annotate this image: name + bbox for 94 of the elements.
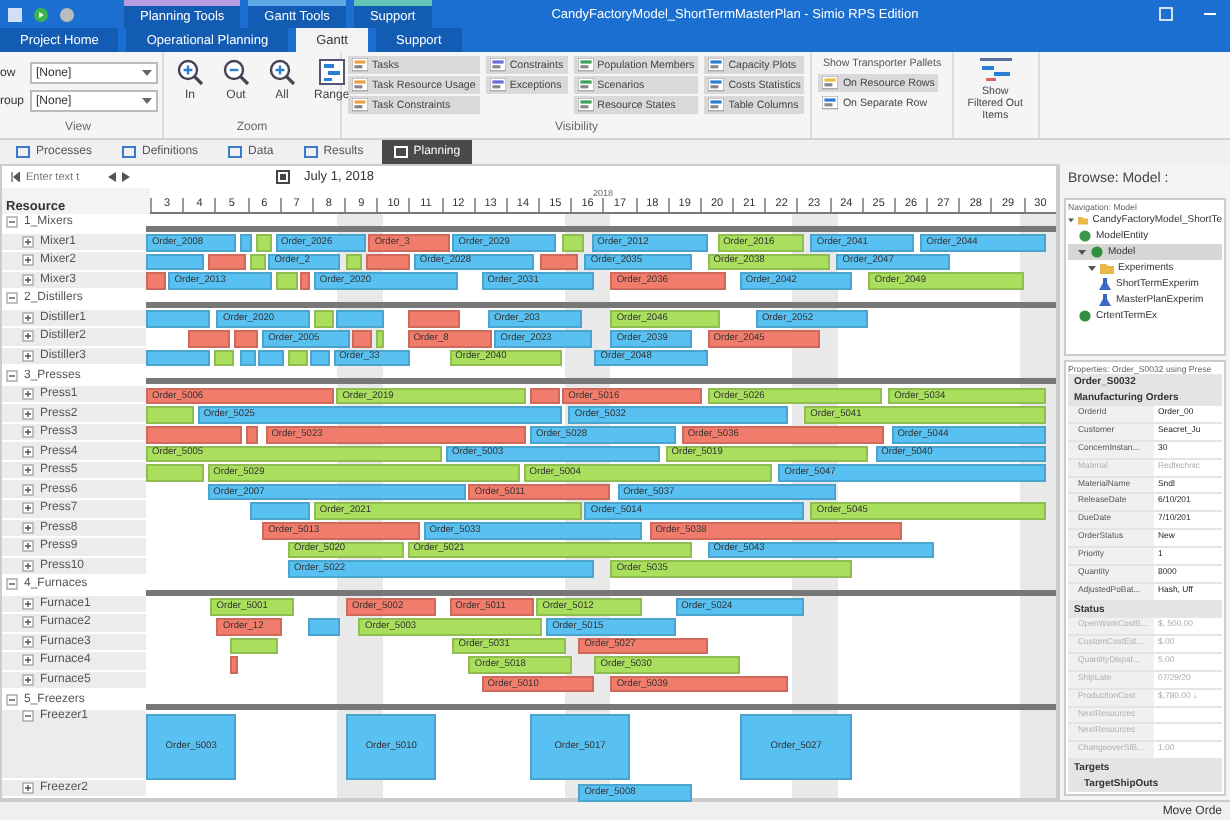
expander-icon[interactable] xyxy=(22,597,34,610)
task-bar[interactable] xyxy=(275,272,298,290)
zoom-in-icon xyxy=(268,58,296,86)
expander-icon[interactable] xyxy=(22,559,34,572)
task-bar[interactable] xyxy=(239,349,256,367)
zoom-out-icon xyxy=(222,58,250,86)
task-bar[interactable] xyxy=(258,349,285,367)
zoom-in-icon xyxy=(176,58,204,86)
task-bar[interactable] xyxy=(187,330,230,348)
dropdown-arrow-icon xyxy=(142,69,152,77)
task-bar[interactable] xyxy=(287,349,308,367)
expander-icon[interactable] xyxy=(22,616,34,629)
expander-icon[interactable] xyxy=(22,388,34,401)
caret-icon[interactable] xyxy=(1078,248,1086,256)
task-bar[interactable] xyxy=(207,253,246,271)
table-icon xyxy=(708,58,725,72)
task-bar[interactable] xyxy=(530,387,560,405)
task-bar[interactable] xyxy=(407,310,459,329)
task-bar[interactable] xyxy=(249,253,266,271)
expander-icon[interactable] xyxy=(22,254,34,267)
task-bar[interactable] xyxy=(146,349,211,367)
task-bar[interactable] xyxy=(146,310,211,329)
task-bar[interactable] xyxy=(307,617,340,636)
expander-icon[interactable] xyxy=(22,311,34,324)
table-icon xyxy=(577,58,594,72)
calendar-icon[interactable] xyxy=(276,170,290,184)
task-bar[interactable] xyxy=(239,234,253,252)
expander-icon[interactable] xyxy=(22,235,34,248)
expander-icon[interactable] xyxy=(22,349,34,362)
table-icon xyxy=(352,58,368,72)
expander-icon[interactable] xyxy=(22,330,34,343)
expander-icon[interactable] xyxy=(22,426,34,439)
tab-icon xyxy=(303,146,318,158)
expander-icon[interactable] xyxy=(6,292,18,305)
expander-icon[interactable] xyxy=(22,709,34,722)
tab-icon xyxy=(122,146,137,158)
expander-icon[interactable] xyxy=(22,654,34,667)
task-bar[interactable] xyxy=(310,349,330,367)
folder-icon xyxy=(1078,214,1089,226)
expander-icon[interactable] xyxy=(22,502,34,515)
expander-icon[interactable] xyxy=(22,521,34,534)
table-icon xyxy=(352,98,368,112)
expander-icon[interactable] xyxy=(22,540,34,553)
dropdown-arrow-icon xyxy=(142,97,152,105)
task-bar[interactable] xyxy=(365,253,411,271)
expander-icon[interactable] xyxy=(22,407,34,420)
task-bar[interactable] xyxy=(375,330,385,348)
expander-icon[interactable] xyxy=(22,674,34,687)
caret-icon[interactable] xyxy=(1068,216,1074,224)
expander-icon[interactable] xyxy=(22,464,34,477)
tab-icon xyxy=(393,146,408,158)
save-icon[interactable] xyxy=(8,7,22,21)
expander-icon[interactable] xyxy=(22,445,34,458)
expander-icon[interactable] xyxy=(22,781,34,794)
expander-icon[interactable] xyxy=(22,483,34,496)
stop-icon[interactable] xyxy=(60,7,74,21)
expander-icon[interactable] xyxy=(22,273,34,286)
task-bar[interactable] xyxy=(233,330,259,348)
task-bar[interactable] xyxy=(336,310,385,329)
pallet-icon xyxy=(822,96,839,110)
table-icon xyxy=(577,98,594,112)
table-icon xyxy=(489,58,506,72)
task-bar[interactable] xyxy=(229,656,238,674)
task-bar[interactable] xyxy=(146,253,205,271)
caret-icon[interactable] xyxy=(1088,264,1096,272)
gantt-range-icon xyxy=(317,58,346,86)
table-icon xyxy=(708,98,725,112)
task-bar[interactable] xyxy=(229,637,279,655)
object-icon xyxy=(1078,310,1092,322)
task-bar[interactable] xyxy=(146,406,195,425)
table-icon xyxy=(708,78,725,92)
first-icon[interactable] xyxy=(10,172,20,182)
expander-icon[interactable] xyxy=(22,635,34,648)
expander-icon[interactable] xyxy=(6,578,18,591)
expander-icon[interactable] xyxy=(6,369,18,382)
task-bar[interactable] xyxy=(255,234,272,252)
prev-icon[interactable] xyxy=(108,172,116,182)
run-icon[interactable] xyxy=(34,7,48,21)
next-icon[interactable] xyxy=(122,172,130,182)
task-bar[interactable] xyxy=(213,349,234,367)
expander-icon[interactable] xyxy=(6,693,18,706)
task-bar[interactable] xyxy=(300,272,311,290)
expander-icon[interactable] xyxy=(6,216,18,229)
task-bar[interactable] xyxy=(246,426,259,444)
task-bar[interactable] xyxy=(313,310,334,329)
table-icon xyxy=(489,78,506,92)
task-bar[interactable] xyxy=(539,253,579,271)
pallet-icon xyxy=(822,76,839,90)
task-bar[interactable] xyxy=(249,502,311,520)
gantt-icon xyxy=(979,58,1012,82)
tab-icon xyxy=(16,146,30,158)
table-icon xyxy=(352,78,368,92)
table-icon xyxy=(577,78,594,92)
tab-icon xyxy=(228,146,243,158)
